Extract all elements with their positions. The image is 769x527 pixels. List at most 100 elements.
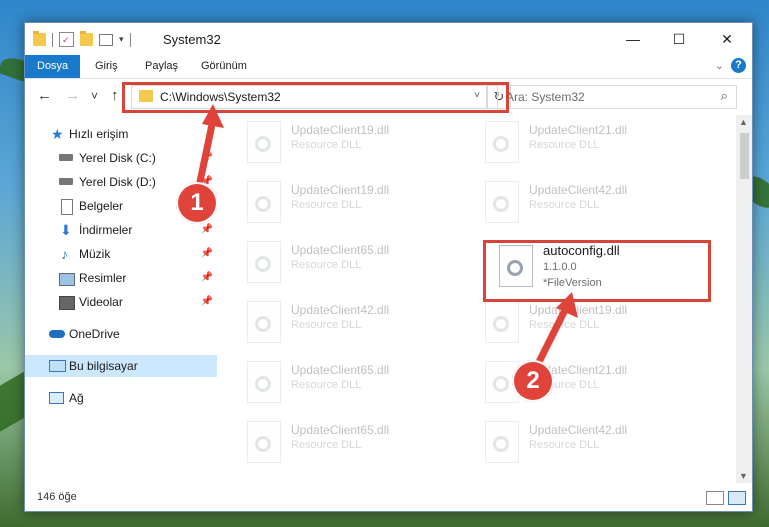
dll-file-icon <box>247 241 281 283</box>
expand-ribbon-icon[interactable]: ⌄ <box>715 59 724 72</box>
file-item[interactable]: UpdateClient19.dll Resource DLL <box>485 299 695 349</box>
item-count: 146 öğe <box>37 491 77 503</box>
file-item[interactable]: UpdateClient65.dll Resource DLL <box>247 359 457 409</box>
file-item[interactable]: UpdateClient19.dll Resource DLL <box>247 179 457 229</box>
scroll-up-icon[interactable]: ▲ <box>739 117 748 127</box>
picture-icon <box>59 273 75 286</box>
search-input[interactable]: Ara: System32 <box>506 90 585 104</box>
sidebar-item-network[interactable]: Ağ <box>25 387 217 409</box>
file-item[interactable]: UpdateClient42.dll Resource DLL <box>485 419 695 469</box>
search-box[interactable]: Ara: System32 ⌕ <box>497 85 737 109</box>
properties-icon[interactable]: ✓ <box>59 32 74 47</box>
dll-file-icon <box>485 121 519 163</box>
minimize-button[interactable]: — <box>610 27 656 51</box>
sidebar-item-label: Yerel Disk (C:) <box>79 151 156 165</box>
forward-button[interactable]: → <box>65 87 80 104</box>
pin-icon: 📌 <box>200 296 213 307</box>
help-icon[interactable]: ? <box>731 58 746 73</box>
sidebar-item-disk-c[interactable]: Yerel Disk (C:) 📌 <box>25 147 217 169</box>
file-name: UpdateClient21.dll <box>529 123 628 137</box>
details-view-icon[interactable] <box>706 491 724 505</box>
scrollbar-thumb[interactable] <box>740 133 749 179</box>
navigation-pane: ★ Hızlı erişim Yerel Disk (C:) 📌 Yerel D… <box>25 119 217 479</box>
tab-giris[interactable]: Giriş <box>95 55 118 78</box>
file-name: UpdateClient19.dll <box>291 183 390 197</box>
pin-icon: 📌 <box>200 248 213 259</box>
explorer-window: ✓ ▾ System32 — ☐ ✕ Dosya Giriş Paylaş Gö… <box>24 22 753 512</box>
music-icon: ♪ <box>61 246 68 262</box>
large-icons-view-icon[interactable] <box>728 491 746 505</box>
sidebar-item-music[interactable]: ♪ Müzik 📌 <box>25 243 217 265</box>
network-icon <box>49 392 64 404</box>
view-options-icon[interactable] <box>99 33 113 46</box>
download-icon: ⬇ <box>60 222 72 238</box>
new-folder-icon[interactable] <box>80 31 93 46</box>
file-item[interactable]: UpdateClient42.dll Resource DLL <box>247 299 457 349</box>
file-item[interactable]: UpdateClient65.dll Resource DLL <box>247 239 457 289</box>
file-type: Resource DLL <box>291 199 362 211</box>
file-item[interactable]: UpdateClient21.dll Resource DLL <box>485 119 695 169</box>
dll-file-icon <box>247 361 281 403</box>
sidebar-item-pictures[interactable]: Resimler 📌 <box>25 267 217 289</box>
file-name: UpdateClient65.dll <box>291 423 390 437</box>
step-2-badge: 2 <box>512 360 554 402</box>
sidebar-item-label: Videolar <box>79 295 123 309</box>
dll-file-icon <box>247 121 281 163</box>
maximize-button[interactable]: ☐ <box>656 27 702 51</box>
video-icon <box>59 296 75 310</box>
file-type: Resource DLL <box>529 139 600 151</box>
back-button[interactable]: ← <box>37 87 52 104</box>
sidebar-item-label: Müzik <box>79 247 111 261</box>
customize-toolbar-icon[interactable]: ▾ <box>119 34 124 45</box>
window-title: System32 <box>163 32 221 47</box>
quick-access-toolbar: ✓ ▾ <box>33 31 131 47</box>
sidebar-item-this-pc[interactable]: Bu bilgisayar <box>25 355 217 377</box>
scroll-down-icon[interactable]: ▼ <box>739 471 748 481</box>
cloud-icon <box>49 330 65 338</box>
file-name: UpdateClient42.dll <box>529 423 628 437</box>
sidebar-item-label: Yerel Disk (D:) <box>79 175 156 189</box>
sidebar-item-videos[interactable]: Videolar 📌 <box>25 291 217 313</box>
ribbon-tabs: Dosya Giriş Paylaş Görünüm ⌄ ? <box>25 55 752 79</box>
file-item[interactable]: UpdateClient42.dll Resource DLL <box>485 179 695 229</box>
close-button[interactable]: ✕ <box>704 27 750 51</box>
file-item[interactable]: UpdateClient65.dll Resource DLL <box>247 419 457 469</box>
sidebar-item-label: OneDrive <box>69 327 120 341</box>
toolbar-separator <box>52 32 53 47</box>
toolbar-separator <box>129 32 131 47</box>
tab-dosya[interactable]: Dosya <box>25 55 81 78</box>
recent-locations-button[interactable]: ˅ <box>91 89 98 103</box>
file-highlight-box <box>483 240 711 302</box>
file-type: Resource DLL <box>291 319 362 331</box>
step-1-badge: 1 <box>176 182 218 224</box>
sidebar-item-onedrive[interactable]: OneDrive <box>25 323 217 345</box>
file-name: UpdateClient19.dll <box>291 123 390 137</box>
tab-paylas[interactable]: Paylaş <box>145 55 178 78</box>
dll-file-icon <box>485 421 519 463</box>
file-name: UpdateClient19.dll <box>529 303 628 317</box>
up-button[interactable]: ↑ <box>111 87 119 104</box>
dll-file-icon <box>247 421 281 463</box>
document-icon <box>61 199 73 215</box>
file-type: Resource DLL <box>291 139 362 151</box>
sidebar-item-label: Bu bilgisayar <box>69 359 138 373</box>
dll-file-icon <box>485 181 519 223</box>
folder-icon <box>33 31 46 46</box>
computer-icon <box>49 360 66 372</box>
file-type: Resource DLL <box>529 439 600 451</box>
sidebar-item-label: İndirmeler <box>79 223 133 237</box>
file-name: UpdateClient65.dll <box>291 243 390 257</box>
search-icon[interactable]: ⌕ <box>721 88 728 104</box>
vertical-scrollbar[interactable]: ▲ ▼ <box>736 115 752 483</box>
file-name: UpdateClient42.dll <box>291 303 390 317</box>
disk-icon <box>59 178 73 185</box>
file-type: Resource DLL <box>529 199 600 211</box>
file-item[interactable]: UpdateClient19.dll Resource DLL <box>247 119 457 169</box>
title-bar: ✓ ▾ System32 — ☐ ✕ <box>25 23 752 55</box>
tab-gorunum[interactable]: Görünüm <box>201 55 247 78</box>
sidebar-item-quick-access[interactable]: ★ Hızlı erişim <box>25 123 217 145</box>
disk-icon <box>59 154 73 161</box>
sidebar-item-label: Belgeler <box>79 199 124 213</box>
pin-icon: 📌 <box>200 152 213 163</box>
file-type: Resource DLL <box>291 439 362 451</box>
